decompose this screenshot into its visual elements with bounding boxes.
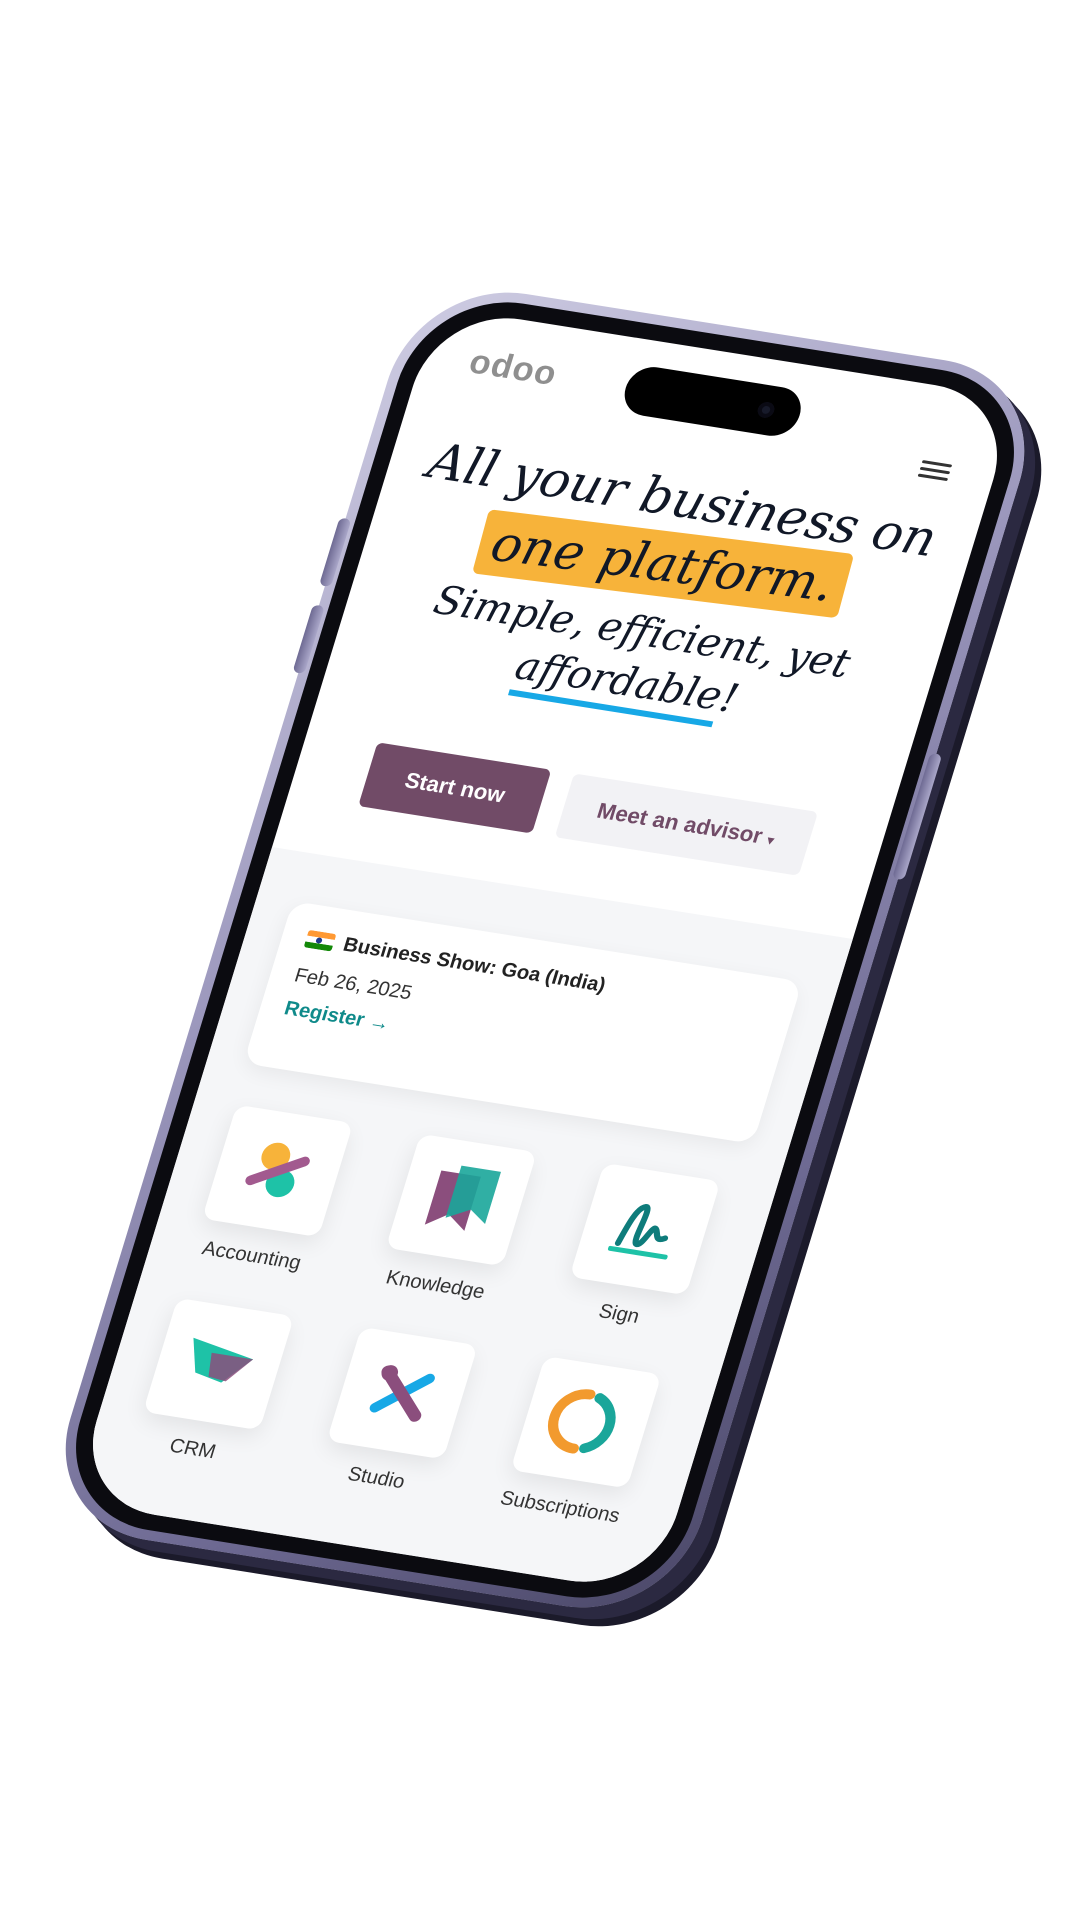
india-flag-icon [303,929,337,952]
knowledge-icon [385,1133,538,1267]
studio-icon [326,1326,478,1460]
sign-icon [569,1162,721,1296]
hero: All your business on one platform. Simpl… [329,422,983,753]
register-link[interactable]: Register → [281,997,393,1036]
hamburger-menu-icon[interactable] [917,456,954,484]
event-date: Feb 26, 2025 [291,964,415,1005]
meet-advisor-label: Meet an advisor [594,797,766,849]
device-mockup: odoo All your business on one platform. … [0,0,1080,1920]
crm-icon [142,1297,295,1431]
odoo-logo[interactable]: odoo [464,343,562,394]
meet-advisor-button[interactable]: Meet an advisor▾ [554,773,819,876]
subscriptions-icon [510,1356,662,1489]
start-now-button[interactable]: Start now [358,742,552,834]
accounting-icon [201,1104,354,1238]
caret-down-icon: ▾ [764,831,777,849]
logo-text: odoo [464,342,562,394]
phone: odoo All your business on one platform. … [38,277,1052,1623]
